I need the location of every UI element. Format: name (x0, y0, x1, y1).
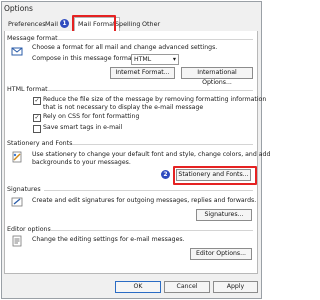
compose-format-value: HTML (134, 56, 152, 63)
signature-pen-icon (11, 197, 23, 207)
tab-strip: Preferences Mail Mail Format Spelling Ot… (4, 17, 257, 32)
stationery-heading: Stationery and Fonts (7, 140, 73, 147)
section-divider (58, 39, 253, 40)
section-divider (44, 190, 253, 191)
cancel-button[interactable]: Cancel (164, 281, 210, 293)
stationery-icon (12, 151, 22, 163)
tab-mail[interactable]: Mail (42, 19, 61, 30)
stationery-desc-1: Use stationery to change your default fo… (32, 151, 271, 158)
reduce-file-size-label-2: that is not necessary to display the e-m… (43, 104, 204, 111)
rely-css-checkbox[interactable]: ✓ (33, 114, 41, 122)
section-divider (48, 90, 253, 91)
save-smart-tags-checkbox[interactable] (33, 125, 41, 133)
editor-options-icon (12, 235, 22, 247)
compose-format-label: Compose in this message format: (32, 55, 137, 62)
compose-format-select[interactable]: HTML ▾ (131, 54, 179, 65)
signatures-desc: Create and edit signatures for outgoing … (32, 197, 257, 204)
chevron-down-icon: ▾ (172, 56, 176, 63)
editor-options-desc: Change the editing settings for e-mail m… (32, 236, 185, 243)
step-2-badge: 2 (161, 170, 170, 179)
step-1-badge: 1 (60, 19, 69, 28)
rely-css-label: Rely on CSS for font formatting (43, 113, 140, 120)
ok-button[interactable]: OK (115, 281, 161, 293)
apply-button[interactable]: Apply (213, 281, 258, 293)
editor-options-heading: Editor options (7, 226, 51, 233)
message-format-heading: Message format (7, 35, 58, 42)
section-divider (72, 144, 253, 145)
editor-options-button[interactable]: Editor Options... (190, 248, 252, 260)
international-options-button[interactable]: International Options... (181, 67, 253, 86)
reduce-file-size-label-1: Reduce the file size of the message by r… (43, 96, 267, 103)
reduce-file-size-checkbox[interactable]: ✓ (33, 97, 41, 105)
mail-envelope-icon (11, 47, 23, 56)
signatures-button[interactable]: Signatures... (196, 209, 252, 221)
message-format-desc: Choose a format for all mail and change … (32, 44, 218, 51)
save-smart-tags-label: Save smart tags in e-mail (43, 124, 123, 131)
internet-format-button[interactable]: Internet Format... (110, 67, 175, 79)
stationery-fonts-button[interactable]: Stationery and Fonts... (176, 169, 251, 181)
dialog-title: Options (4, 4, 33, 13)
signatures-heading: Signatures (7, 186, 41, 193)
section-divider (50, 230, 253, 231)
stationery-desc-2: backgrounds to your messages. (32, 159, 131, 166)
html-format-heading: HTML format (7, 86, 48, 93)
tab-other[interactable]: Other (139, 19, 163, 30)
